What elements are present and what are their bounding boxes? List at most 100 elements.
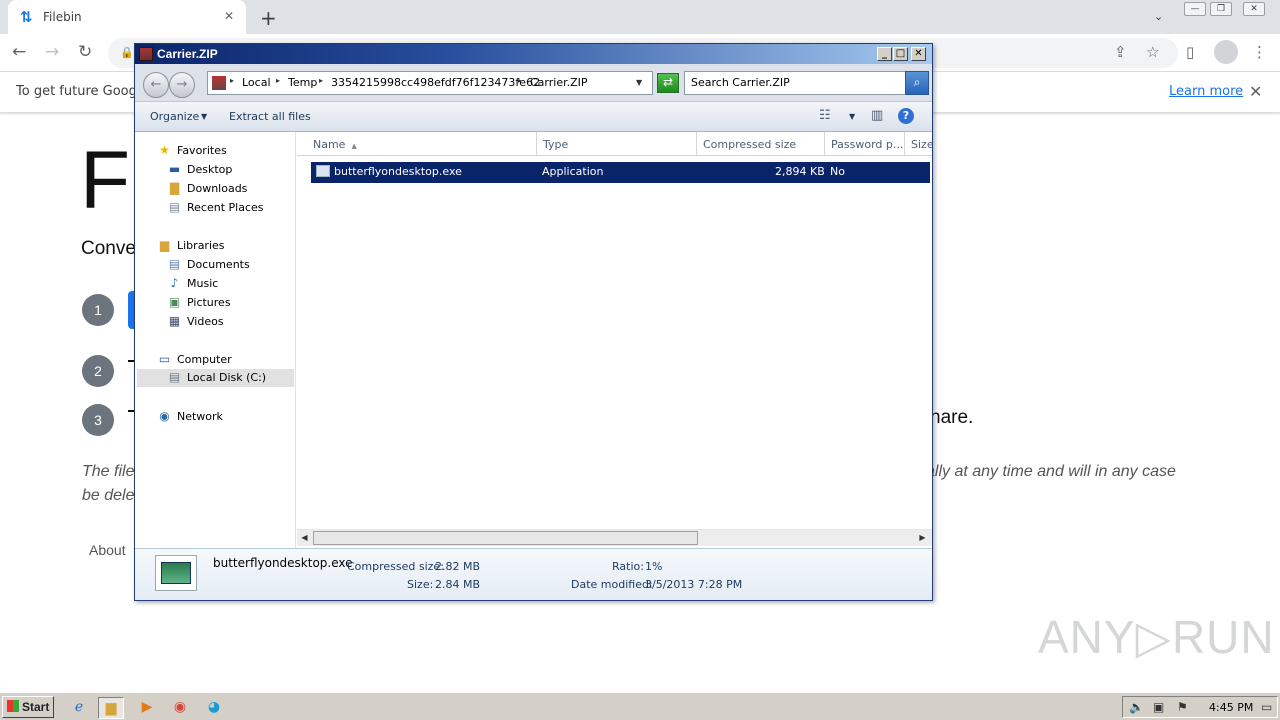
explorer-folder-icon[interactable]: ▆ [98, 697, 124, 719]
back-arrow-icon[interactable]: ← [12, 42, 26, 62]
window-titlebar[interactable]: Carrier.ZIP _ □ ✕ [135, 44, 932, 64]
ratio-label: Ratio: [612, 560, 644, 573]
infobar-close-icon[interactable]: ✕ [1249, 82, 1262, 101]
file-thumbnail-icon [155, 555, 197, 591]
view-options-icon[interactable]: ☷ [819, 108, 831, 123]
notice-text-left: The file [82, 463, 135, 480]
winrar-icon [139, 47, 153, 61]
compressed-size-label: Compressed size: [347, 560, 444, 573]
windows-flag-icon [7, 700, 19, 712]
volume-icon[interactable]: 🔈 [1129, 700, 1144, 714]
infobar-text: To get future Google [16, 84, 149, 99]
date-modified-value: 3/5/2013 7:28 PM [645, 578, 743, 591]
pictures-icon: ▣ [168, 295, 181, 309]
details-pane: butterflyondesktop.exe Compressed size: … [135, 548, 932, 600]
column-type[interactable]: Type [537, 132, 697, 156]
zip-folder-window: Carrier.ZIP _ □ ✕ ← → ▸ Local ▸ Temp ▸ 3… [134, 43, 933, 601]
menu-kebab-icon[interactable]: ⋮ [1252, 43, 1267, 61]
forward-arrow-icon[interactable]: → [45, 42, 59, 62]
application-icon [316, 165, 330, 177]
column-compressed-size[interactable]: Compressed size [697, 132, 825, 156]
compressed-size-value: 2.82 MB [435, 560, 481, 573]
internet-explorer-icon[interactable]: ℯ [66, 697, 92, 719]
scroll-left-icon[interactable]: ◀ [297, 531, 312, 545]
breadcrumb-local[interactable]: Local [242, 76, 271, 89]
clock[interactable]: 4:45 PM [1209, 701, 1253, 714]
search-input[interactable]: Search Carrier.ZIP [684, 71, 906, 95]
column-size[interactable]: Size [905, 132, 932, 156]
tab-search-chevron-icon[interactable]: ⌄ [1154, 10, 1163, 23]
side-panel-icon[interactable]: ▯ [1186, 43, 1194, 61]
nav-local-disk[interactable]: ▤ Local Disk (C:) [137, 369, 294, 387]
chevron-down-icon[interactable]: ▼ [849, 112, 855, 121]
breadcrumb[interactable]: ▸ Local ▸ Temp ▸ 3354215998cc498efdf76f1… [207, 71, 653, 95]
system-tray: 🔈 ▣ ⚑ 4:45 PM ▭ [1122, 696, 1278, 718]
horizontal-scrollbar[interactable]: ◀ ▶ [297, 529, 932, 546]
size-label: Size: [407, 578, 434, 591]
start-button[interactable]: Start [2, 696, 54, 718]
column-header: Name ▲ Type Compressed size Password p...… [297, 132, 932, 156]
profile-avatar-icon[interactable] [1214, 40, 1238, 64]
media-player-icon[interactable]: ▶ [134, 697, 160, 719]
zip-folder-icon [212, 76, 226, 90]
share-icon[interactable]: ⇪ [1114, 43, 1127, 61]
file-list: Name ▲ Type Compressed size Password p...… [297, 132, 932, 548]
extract-all-button[interactable]: Extract all files [229, 110, 311, 123]
downloads-folder-icon: ▇ [169, 181, 180, 195]
close-window-icon[interactable]: ✕ [1243, 2, 1265, 16]
documents-icon: ▤ [168, 257, 181, 271]
network-tray-icon[interactable]: ▣ [1153, 700, 1164, 714]
step-3-badge: 3 [82, 404, 114, 436]
chevron-down-icon[interactable]: ▼ [636, 78, 642, 87]
chevron-right-icon[interactable]: ▸ [518, 76, 522, 85]
help-icon[interactable]: ? [898, 108, 914, 124]
recent-places-icon: ▤ [168, 200, 181, 214]
organize-button[interactable]: Organize [150, 110, 199, 123]
forward-icon[interactable]: → [169, 72, 195, 98]
chevron-right-icon[interactable]: ▸ [276, 76, 280, 85]
action-center-flag-icon[interactable]: ⚑ [1177, 700, 1188, 714]
notice-text-right: ally at any time and will in any case [926, 463, 1176, 480]
filebin-favicon-icon: ⇅ [20, 8, 33, 26]
maximize-icon[interactable]: □ [893, 47, 908, 61]
edge-icon[interactable]: ◕ [201, 697, 227, 719]
learn-more-link[interactable]: Learn more [1169, 84, 1243, 99]
about-link[interactable]: About [89, 542, 126, 558]
star-icon: ★ [159, 143, 170, 157]
breadcrumb-zip[interactable]: Carrier.ZIP [530, 76, 588, 89]
table-row[interactable]: butterflyondesktop.exe Application 2,894… [311, 162, 930, 183]
back-icon[interactable]: ← [143, 72, 169, 98]
bookmark-star-icon[interactable]: ☆ [1146, 43, 1159, 61]
local-disk-icon: ▤ [168, 370, 181, 384]
lock-icon[interactable]: 🔒 [120, 46, 134, 59]
tab-close-icon[interactable]: ✕ [224, 9, 234, 23]
column-password[interactable]: Password p... [825, 132, 905, 156]
chevron-right-icon[interactable]: ▸ [319, 76, 323, 85]
refresh-icon[interactable]: ⇄ [657, 73, 679, 93]
chevron-down-icon[interactable]: ▼ [201, 112, 207, 121]
reload-icon[interactable]: ↻ [78, 42, 92, 62]
tab-filebin[interactable]: ⇅ Filebin ✕ [8, 0, 246, 34]
minimize-icon[interactable]: — [1184, 2, 1206, 16]
breadcrumb-temp[interactable]: Temp [288, 76, 317, 89]
new-tab-icon[interactable]: + [260, 6, 277, 30]
search-icon[interactable]: ⌕ [905, 71, 929, 95]
scrollbar-thumb[interactable] [313, 531, 698, 545]
show-desktop-icon[interactable]: ▭ [1261, 700, 1272, 714]
command-bar: Organize ▼ Extract all files ☷ ▼ ▥ ? [135, 102, 932, 132]
breadcrumb-hash-folder[interactable]: 3354215998cc498efdf76f123473fe62 [331, 76, 540, 89]
scroll-right-icon[interactable]: ▶ [915, 531, 930, 545]
column-name[interactable]: Name ▲ [307, 132, 537, 156]
file-name: butterflyondesktop.exe [334, 165, 462, 178]
notice-text-line2: be dele [82, 487, 135, 504]
step-1-badge: 1 [82, 294, 114, 326]
restore-icon[interactable]: ❐ [1210, 2, 1232, 16]
minimize-icon[interactable]: _ [877, 47, 892, 61]
preview-pane-icon[interactable]: ▥ [871, 108, 883, 123]
chrome-icon[interactable]: ◉ [167, 697, 193, 719]
chevron-right-icon[interactable]: ▸ [230, 76, 234, 85]
anyrun-watermark-logo: ANY▷RUN [1038, 611, 1275, 663]
close-icon[interactable]: ✕ [911, 47, 926, 61]
sort-ascending-icon: ▲ [351, 142, 357, 150]
music-note-icon: ♪ [170, 276, 179, 290]
